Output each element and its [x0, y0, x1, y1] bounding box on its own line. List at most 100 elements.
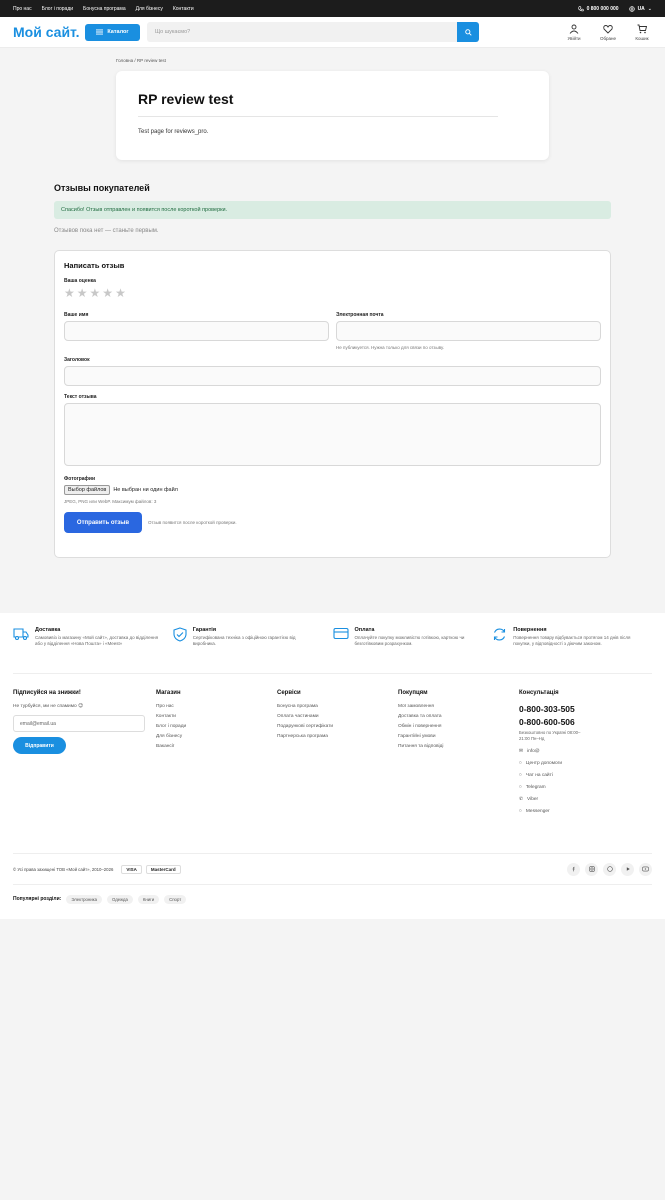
benefit-title: Повернення — [513, 627, 547, 633]
benefit-text: Оплачуйте покупку можливістю готівкою, к… — [354, 635, 465, 646]
chat-icon: ○ — [519, 785, 522, 790]
benefit-delivery: Доставка Самовивіз із магазину «Мой сайт»… — [13, 627, 173, 673]
star-icon[interactable]: ★ — [102, 287, 113, 299]
lang-switch[interactable]: UA ⌄ — [628, 6, 652, 12]
footer-link[interactable]: Для бізнесу — [156, 734, 277, 739]
consult-phone-2[interactable]: 0-800-600-506 — [519, 717, 640, 727]
heart-icon — [603, 24, 613, 34]
footer-link[interactable]: Подарункові сертифікати — [277, 724, 398, 729]
email-field[interactable] — [336, 321, 601, 341]
footer-link[interactable]: Партнерська програма — [277, 734, 398, 739]
footer-link[interactable]: Оплата частинами — [277, 714, 398, 719]
subscribe-email-input[interactable]: email@email.ua — [13, 715, 145, 732]
play-icon[interactable] — [621, 862, 634, 876]
footer-link[interactable]: Вакансії — [156, 744, 277, 749]
site-logo[interactable]: Мой сайт. — [13, 24, 85, 40]
breadcrumb-current: RP review test — [136, 58, 166, 63]
services-column: Сервіси Бонусна програма Оплата частинам… — [277, 690, 398, 853]
email-label: Электронная почта — [336, 312, 384, 318]
star-icon[interactable]: ★ — [115, 287, 126, 299]
subscribe-button[interactable]: Відправити — [13, 737, 66, 754]
top-link-blog[interactable]: Блог і поради — [42, 6, 73, 12]
favorites-label: Обране — [599, 35, 617, 41]
favorites-button[interactable]: Обране — [598, 24, 618, 41]
footer-columns: Підписуйся на знижки! Не турбуйся, ми не… — [13, 674, 652, 854]
footer-link[interactable]: Блог і поради — [156, 724, 277, 729]
contact-label: Telegram — [525, 785, 546, 790]
youtube-icon[interactable] — [639, 862, 652, 876]
footer-link[interactable]: Доставка та оплата — [398, 714, 519, 719]
footer-link[interactable]: Гарантійні умови — [398, 734, 519, 739]
cart-label: Кошик — [635, 35, 649, 41]
search-button[interactable] — [457, 22, 479, 42]
footer-link[interactable]: Обмін і повернення — [398, 724, 519, 729]
contact-messenger[interactable]: ○ Messenger — [519, 809, 640, 814]
photos-hint: JPEG, PNG или WebP. Максимум файлов: 3 — [64, 499, 157, 504]
footer-link[interactable]: Про нас — [156, 704, 277, 709]
top-link-contacts[interactable]: Контакти — [173, 6, 194, 12]
subject-field[interactable] — [64, 366, 601, 386]
footer-link[interactable]: Питання та відповіді — [398, 744, 519, 749]
chat-icon: ○ — [519, 773, 522, 778]
reviews-heading: Отзывы покупателей — [54, 183, 150, 193]
column-title: Магазин — [156, 690, 181, 696]
top-links: Про нас Блог і поради Бонусна програма Д… — [13, 6, 194, 12]
chat-icon[interactable] — [603, 862, 616, 876]
footer-link[interactable]: Мої замовлення — [398, 704, 519, 709]
footer-link[interactable]: Контакти — [156, 714, 277, 719]
refresh-icon — [494, 628, 506, 641]
popular-tag[interactable]: Электроника — [66, 894, 102, 904]
breadcrumb-home[interactable]: Головна — [116, 58, 133, 63]
copyright: © Усі права захищені ТОВ «Мой сайт», 201… — [13, 866, 114, 872]
card-icon — [332, 627, 349, 640]
contact-email[interactable]: ✉ info@ — [519, 749, 640, 754]
name-field[interactable] — [64, 321, 329, 341]
top-link-about[interactable]: Про нас — [13, 6, 32, 12]
facebook-icon[interactable] — [567, 862, 580, 876]
star-icon[interactable]: ★ — [77, 287, 88, 299]
shield-check-icon — [173, 627, 187, 642]
instagram-icon[interactable] — [585, 862, 598, 876]
benefit-text: Самовивіз із магазину «Мой сайт», достав… — [35, 635, 159, 646]
consult-schedule: Безкоштовно по Україні 08:00–21:00 Пн–Нд — [519, 730, 581, 741]
top-phone-number: 0 800 000 000 — [586, 5, 619, 12]
truck-icon — [13, 628, 29, 641]
star-icon[interactable]: ★ — [90, 287, 101, 299]
file-choose-button[interactable]: Выбор файлов — [64, 485, 111, 495]
popular-sections: Популярні розділи: Электроника Одежда Кн… — [13, 885, 652, 913]
cart-button[interactable]: Кошик — [632, 24, 652, 41]
footer-bottom: © Усі права захищені ТОВ «Мой сайт», 201… — [13, 854, 652, 885]
cart-icon — [637, 24, 647, 33]
popular-tag[interactable]: Спорт — [164, 894, 187, 904]
login-label: Увійти — [567, 35, 581, 41]
search-input[interactable]: Що шукаємо? — [147, 22, 457, 42]
popular-tag[interactable]: Книги — [137, 894, 160, 904]
review-text-field[interactable] — [64, 403, 601, 466]
rating-stars: ★ ★ ★ ★ ★ — [64, 287, 601, 299]
popular-tag[interactable]: Одежда — [107, 894, 133, 904]
menu-icon — [96, 29, 104, 35]
top-link-bonus[interactable]: Бонусна програма — [83, 6, 126, 12]
contact-site-chat[interactable]: ○ Чат на сайті — [519, 773, 640, 778]
catalog-button[interactable]: Каталог — [85, 23, 140, 41]
contact-telegram[interactable]: ○ Telegram — [519, 785, 640, 790]
benefit-payment: Оплата Оплачуйте покупку можливістю готів… — [332, 627, 493, 673]
benefit-title: Оплата — [354, 627, 375, 633]
subscribe-column: Підписуйся на знижки! Не турбуйся, ми не… — [13, 690, 156, 853]
site-header: Мой сайт. Каталог Що шукаємо? Увійти Обр… — [0, 17, 665, 48]
site-footer: Доставка Самовивіз із магазину «Мой сайт»… — [0, 613, 665, 919]
login-button[interactable]: Увійти — [564, 24, 584, 41]
top-link-business[interactable]: Для бізнесу — [136, 6, 163, 12]
contact-help[interactable]: ○ Центр допомоги — [519, 761, 640, 766]
benefit-title: Доставка — [35, 627, 61, 633]
submit-review-button[interactable]: Отправить отзыв — [64, 512, 142, 533]
rating-label: Ваша оценка — [64, 278, 96, 284]
footer-link[interactable]: Бонусна програма — [277, 704, 398, 709]
benefit-text: Повернення товару відбувається протягом … — [513, 635, 631, 646]
consult-column: Консультація 0-800-303-505 0-800-600-506… — [519, 690, 640, 853]
top-phone[interactable]: 0 800 000 000 — [577, 5, 619, 12]
star-icon[interactable]: ★ — [64, 287, 75, 299]
column-title: Сервіси — [277, 690, 301, 696]
consult-phone-1[interactable]: 0-800-303-505 — [519, 704, 640, 714]
contact-viber[interactable]: ✆ Viber — [519, 797, 640, 802]
